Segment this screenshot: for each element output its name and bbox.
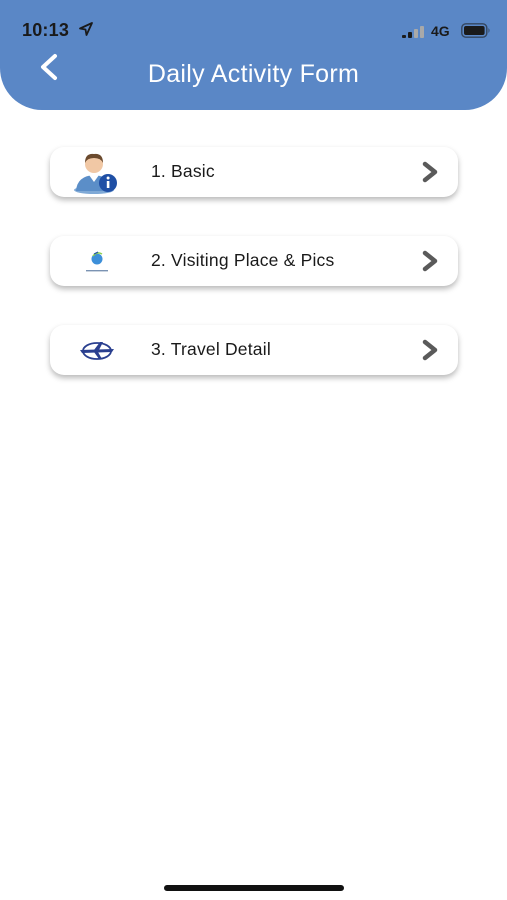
menu-item-basic[interactable]: 1. Basic: [50, 147, 458, 197]
location-arrow-icon: [79, 22, 93, 36]
battery-icon: [461, 23, 490, 38]
app-screen: 10:13 4G Daily Activity Form 1. Basic 2.…: [0, 0, 507, 900]
home-indicator[interactable]: [164, 885, 344, 891]
page-title: Daily Activity Form: [147, 60, 360, 88]
airplane-logo-icon: [80, 342, 114, 360]
network-type: 4G: [431, 23, 450, 39]
user-info-icon: [74, 153, 117, 194]
menu-item-label: 3. Travel Detail: [151, 339, 271, 359]
menu-item-visiting-place[interactable]: 2. Visiting Place & Pics: [50, 236, 458, 286]
menu-item-label: 2. Visiting Place & Pics: [151, 250, 335, 270]
menu-item-travel-detail[interactable]: 3. Travel Detail: [50, 325, 458, 375]
chevron-right-icon: [422, 339, 438, 361]
status-bar: 10:13 4G: [0, 0, 507, 46]
chevron-right-icon: [422, 250, 438, 272]
travel-logo-icon: [86, 251, 108, 272]
status-time: 10:13: [22, 20, 70, 40]
chevron-right-icon: [422, 161, 438, 183]
menu-item-label: 1. Basic: [151, 161, 215, 181]
cellular-signal-icon: [402, 26, 424, 38]
